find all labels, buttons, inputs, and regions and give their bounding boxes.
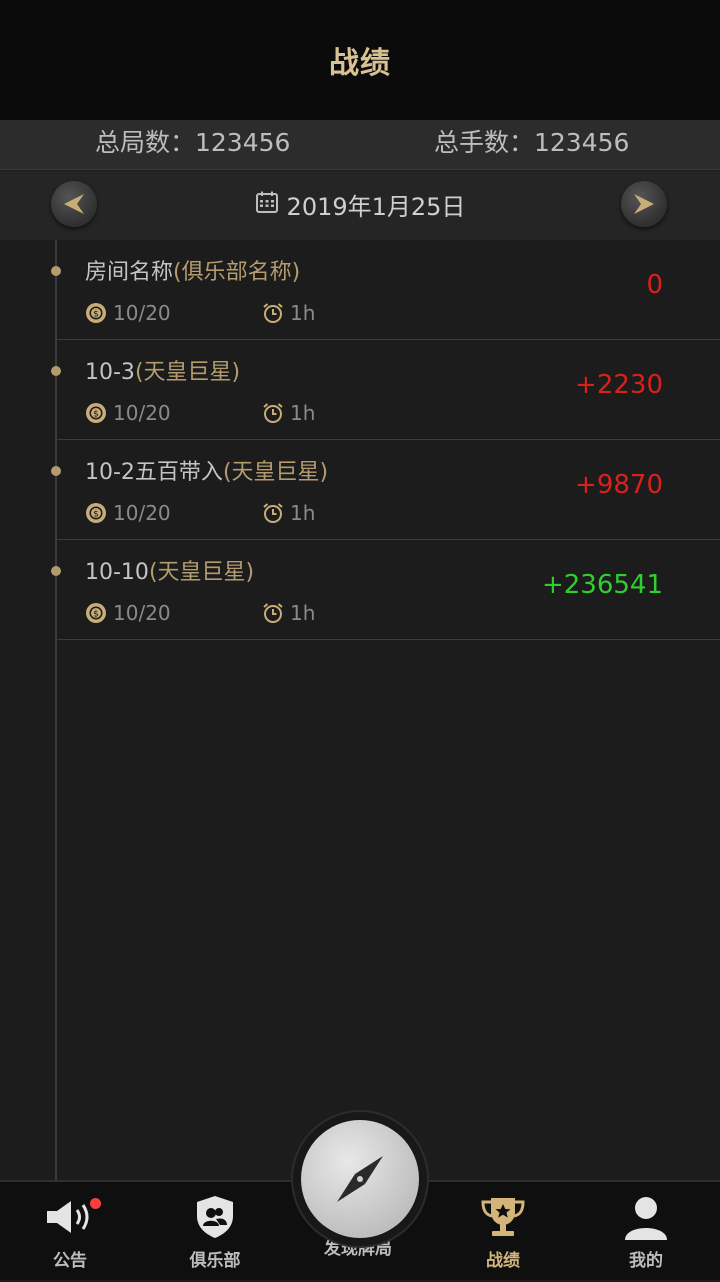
- chip-icon: $: [86, 603, 106, 623]
- duration-value: 1h: [290, 601, 316, 625]
- score-value: +9870: [575, 470, 663, 500]
- room-name: 10-3(天皇巨星): [85, 354, 240, 386]
- svg-text:$: $: [93, 510, 99, 520]
- chip-icon: $: [86, 403, 106, 423]
- duration-value: 1h: [290, 301, 316, 325]
- alarm-clock-icon: [263, 303, 283, 323]
- record-list: 房间名称(俱乐部名称) $ 10/20 1h 0 10-3(天皇巨星) $ 10…: [0, 240, 720, 640]
- svg-text:$: $: [93, 610, 99, 620]
- duration-info: 1h: [262, 300, 315, 326]
- tab-profile[interactable]: 我的: [586, 1182, 706, 1282]
- club-name: (天皇巨星): [148, 560, 255, 585]
- record-item[interactable]: 10-2五百带入(天皇巨星) $ 10/20 1h +9870: [0, 440, 720, 540]
- score-value: +236541: [541, 570, 663, 600]
- blinds-value: 10/20: [113, 601, 171, 625]
- record-item[interactable]: 10-10(天皇巨星) $ 10/20 1h +236541: [0, 540, 720, 640]
- chip-icon: $: [86, 503, 106, 523]
- record-item[interactable]: 10-3(天皇巨星) $ 10/20 1h +2230: [0, 340, 720, 440]
- club-name: (俱乐部名称): [173, 260, 301, 285]
- svg-text:$: $: [93, 410, 99, 420]
- tab-announcements[interactable]: 公告: [10, 1182, 130, 1282]
- notification-badge: [90, 1198, 101, 1209]
- timeline-dot: [51, 566, 61, 576]
- arrow-left-icon: [64, 194, 84, 214]
- room-title: 10-3: [85, 360, 135, 385]
- user-icon: [623, 1194, 669, 1240]
- score-value: 0: [646, 270, 663, 300]
- date-bar: 2019年1月25日: [0, 171, 720, 240]
- duration-value: 1h: [290, 501, 316, 525]
- compass-icon: [301, 1120, 419, 1238]
- tab-label: 公告: [53, 1251, 87, 1271]
- room-name: 房间名称(俱乐部名称): [85, 254, 300, 286]
- divider: [57, 639, 720, 640]
- previous-date-button[interactable]: [51, 181, 97, 227]
- duration-info: 1h: [262, 500, 315, 526]
- room-name: 10-10(天皇巨星): [85, 554, 254, 586]
- tab-label: 我的: [629, 1251, 663, 1271]
- blinds-info: $ 10/20: [85, 500, 171, 526]
- room-title: 10-2五百带入: [85, 460, 223, 485]
- blinds-value: 10/20: [113, 401, 171, 425]
- app-header: 战绩: [0, 0, 720, 120]
- tab-label: 俱乐部: [189, 1251, 241, 1271]
- duration-value: 1h: [290, 401, 316, 425]
- blinds-info: $ 10/20: [85, 400, 171, 426]
- selected-date: 2019年1月25日: [286, 192, 466, 221]
- blinds-info: $ 10/20: [85, 300, 171, 326]
- alarm-clock-icon: [263, 503, 283, 523]
- speaker-icon: [43, 1194, 101, 1240]
- blinds-info: $ 10/20: [85, 600, 171, 626]
- tab-label: 战绩: [486, 1251, 520, 1271]
- club-name: (天皇巨星): [222, 460, 329, 485]
- timeline-dot: [51, 366, 61, 376]
- date-display: 2019年1月25日: [0, 171, 720, 237]
- blinds-value: 10/20: [113, 301, 171, 325]
- tab-records[interactable]: 战绩: [443, 1182, 563, 1282]
- duration-info: 1h: [262, 600, 315, 626]
- blinds-value: 10/20: [113, 501, 171, 525]
- alarm-clock-icon: [263, 603, 283, 623]
- room-title: 10-10: [85, 560, 149, 585]
- room-title: 房间名称: [85, 260, 174, 285]
- discover-games-button[interactable]: [291, 1110, 429, 1248]
- total-rounds: 总局数：123456: [95, 128, 291, 157]
- record-item[interactable]: 房间名称(俱乐部名称) $ 10/20 1h 0: [0, 240, 720, 340]
- chip-icon: $: [86, 303, 106, 323]
- room-name: 10-2五百带入(天皇巨星): [85, 454, 328, 486]
- summary-stats-bar: 总局数：123456 总手数：123456: [0, 120, 720, 170]
- alarm-clock-icon: [263, 403, 283, 423]
- page-title: 战绩: [329, 46, 391, 81]
- svg-text:$: $: [93, 310, 99, 320]
- duration-info: 1h: [262, 400, 315, 426]
- calendar-icon: [255, 190, 279, 218]
- club-name: (天皇巨星): [134, 360, 241, 385]
- club-shield-icon: [194, 1194, 236, 1240]
- tab-club[interactable]: 俱乐部: [155, 1182, 275, 1282]
- next-date-button[interactable]: [621, 181, 667, 227]
- arrow-right-icon: [634, 194, 654, 214]
- timeline-dot: [51, 266, 61, 276]
- score-value: +2230: [575, 370, 663, 400]
- total-hands: 总手数：123456: [434, 128, 630, 157]
- trophy-icon: [479, 1194, 527, 1240]
- timeline-dot: [51, 466, 61, 476]
